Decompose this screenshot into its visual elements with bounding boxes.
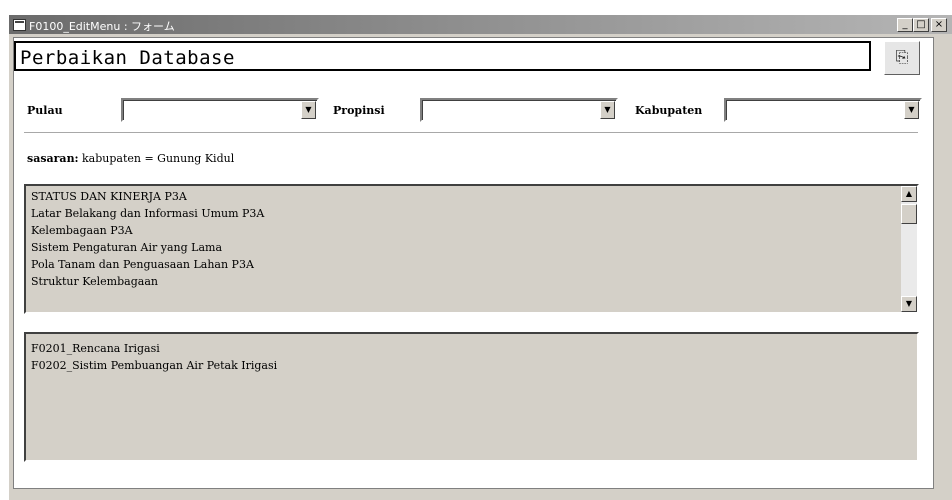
- chevron-down-icon[interactable]: ▼: [904, 101, 919, 119]
- exit-icon: ⎘: [895, 47, 909, 66]
- sasaran-label: sasaran:: [27, 152, 79, 165]
- scroll-down-button[interactable]: ▼: [901, 296, 917, 312]
- divider: [24, 132, 918, 134]
- title-bar[interactable]: F0100_EditMenu : フォーム _ □ ×: [9, 15, 952, 34]
- form-icon: [13, 19, 26, 31]
- list-item[interactable]: Kelembagaan P3A: [26, 222, 896, 239]
- page-title: Perbaikan Database: [14, 41, 871, 71]
- chevron-down-icon[interactable]: ▼: [301, 101, 316, 119]
- window-edge: [935, 37, 952, 477]
- arrow-down-icon: ▼: [905, 299, 913, 308]
- pulau-label: Pulau: [27, 104, 63, 117]
- vertical-scrollbar[interactable]: ▲ ▼: [901, 186, 917, 312]
- chevron-down-icon[interactable]: ▼: [600, 101, 615, 119]
- propinsi-combobox[interactable]: ▼: [420, 98, 618, 122]
- list-item[interactable]: Struktur Kelembagaan: [26, 273, 896, 290]
- kabupaten-combobox[interactable]: ▼: [724, 98, 922, 122]
- menu-listbox[interactable]: STATUS DAN KINERJA P3A Latar Belakang da…: [24, 184, 919, 314]
- form-body: Perbaikan Database ⎘ Pulau ▼ Propinsi ▼ …: [13, 37, 934, 489]
- list-item[interactable]: Pola Tanam dan Penguasaan Lahan P3A: [26, 256, 896, 273]
- list-item[interactable]: STATUS DAN KINERJA P3A: [26, 188, 896, 205]
- close-button[interactable]: ×: [931, 18, 947, 32]
- kabupaten-label: Kabupaten: [635, 104, 703, 117]
- propinsi-label: Propinsi: [333, 104, 385, 117]
- list-item[interactable]: F0201_Rencana Irigasi: [26, 340, 277, 357]
- list-item[interactable]: F0202_Sistim Pembuangan Air Petak Irigas…: [26, 357, 277, 374]
- form-listbox[interactable]: F0201_Rencana Irigasi F0202_Sistim Pembu…: [24, 332, 919, 462]
- pulau-combobox[interactable]: ▼: [121, 98, 319, 122]
- maximize-button[interactable]: □: [913, 18, 929, 32]
- sasaran-value: kabupaten = Gunung Kidul: [82, 152, 235, 165]
- exit-button[interactable]: ⎘: [884, 41, 920, 75]
- form-window: F0100_EditMenu : フォーム _ □ × Perbaikan Da…: [8, 14, 952, 500]
- scroll-up-button[interactable]: ▲: [901, 186, 917, 202]
- menu-list-items: STATUS DAN KINERJA P3A Latar Belakang da…: [26, 188, 896, 290]
- scroll-thumb[interactable]: [901, 204, 917, 224]
- arrow-up-icon: ▲: [905, 189, 913, 198]
- window-title: F0100_EditMenu : フォーム: [29, 20, 175, 33]
- list-item[interactable]: Latar Belakang dan Informasi Umum P3A: [26, 205, 896, 222]
- minimize-button[interactable]: _: [897, 18, 913, 32]
- list-item[interactable]: Sistem Pengaturan Air yang Lama: [26, 239, 896, 256]
- form-list-items: F0201_Rencana Irigasi F0202_Sistim Pembu…: [26, 340, 277, 374]
